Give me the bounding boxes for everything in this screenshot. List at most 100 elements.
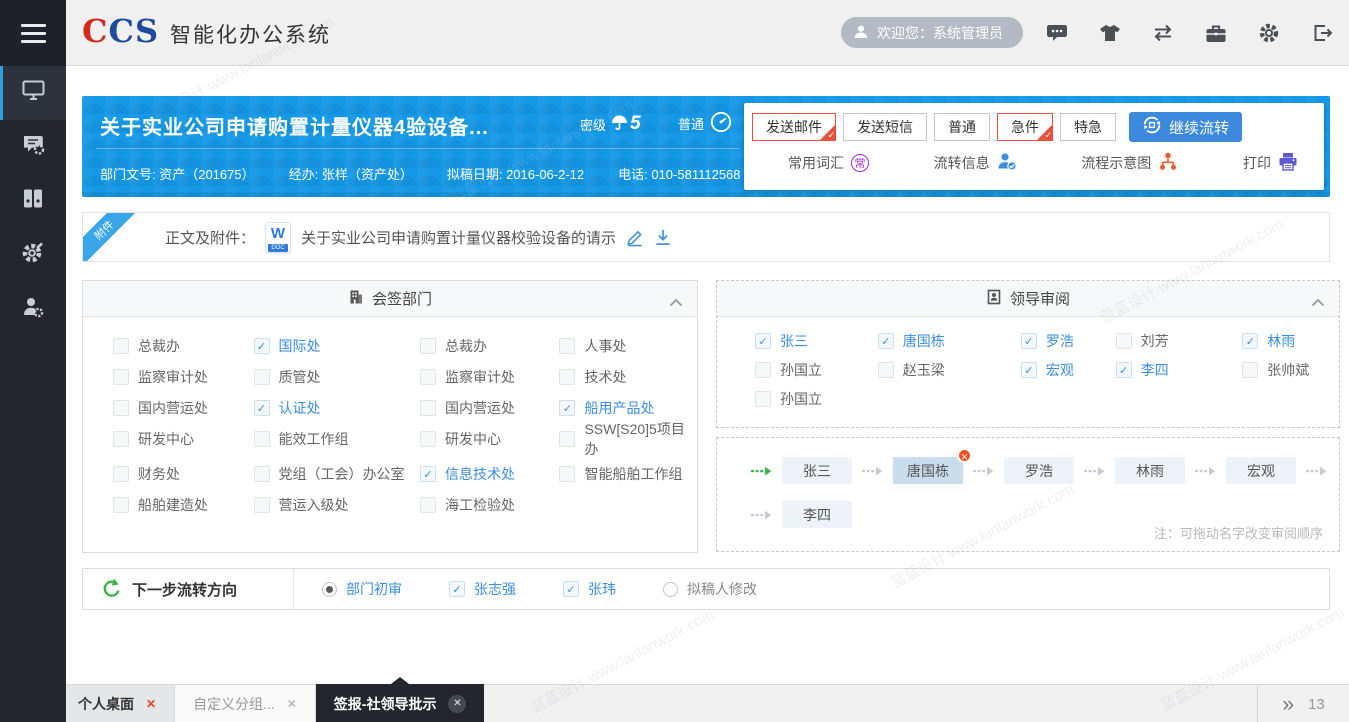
leader-checkbox[interactable]: ✓李四 xyxy=(1116,360,1243,380)
leader-checkbox[interactable]: ✓张帅斌 xyxy=(1242,360,1339,380)
checkbox-box: ✓ xyxy=(113,466,129,482)
continue-flow-button[interactable]: 继续流转 xyxy=(1129,112,1242,142)
dept-checkbox[interactable]: ✓海工检验处 xyxy=(420,491,560,519)
close-icon[interactable]: ✕ xyxy=(287,698,297,710)
dept-checkbox[interactable]: ✓能效工作组 xyxy=(254,425,420,453)
menu-icon[interactable] xyxy=(0,0,66,66)
priority-normal[interactable]: 普通 xyxy=(678,111,732,136)
close-icon[interactable]: ✕ xyxy=(146,698,156,710)
action-button[interactable]: 发送短信 xyxy=(843,113,927,141)
checkbox-box: ✓ xyxy=(1116,362,1132,378)
dept-checkbox[interactable]: ✓ 财务处 xyxy=(113,460,254,488)
theme-icon[interactable] xyxy=(1099,22,1121,44)
sidebar-item-desktop[interactable] xyxy=(0,66,66,120)
sidebar-item-settings-wrench[interactable] xyxy=(0,228,66,282)
sidebar-item-archive[interactable] xyxy=(0,174,66,228)
flow-arrow-icon xyxy=(862,466,883,476)
dept-checkbox[interactable]: ✓监察审计处 xyxy=(420,363,560,391)
checkbox-label: SSW[S20]5项目办 xyxy=(584,419,697,459)
briefcase-icon[interactable] xyxy=(1205,22,1227,44)
flow-arrow-icon xyxy=(1084,466,1105,476)
tab-签报-社领导批示[interactable]: 签报-社领导批示✕ xyxy=(316,684,485,722)
leader-checkbox[interactable]: ✓宏观 xyxy=(1021,360,1116,380)
dept-checkbox[interactable]: ✓总裁办 xyxy=(113,332,254,360)
download-icon[interactable] xyxy=(654,227,672,247)
sidebar-item-user-settings[interactable] xyxy=(0,282,66,336)
dept-checkbox[interactable]: ✓党组（工会）办公室 xyxy=(254,460,420,488)
logout-icon[interactable] xyxy=(1311,22,1333,44)
leader-checkbox[interactable]: ✓罗浩 xyxy=(1021,331,1116,351)
tab-个人桌面[interactable]: 个人桌面✕ xyxy=(60,685,175,722)
checkbox-label: 孙国立 xyxy=(780,389,822,409)
dept-checkbox[interactable]: ✓SSW[S20]5项目办 xyxy=(559,425,697,453)
remove-icon[interactable]: ✕ xyxy=(957,448,972,463)
flow-chip[interactable]: 林雨 xyxy=(1115,457,1185,484)
dept-checkbox[interactable]: ✓质管处 xyxy=(254,363,420,391)
flow-chip[interactable]: 唐国栋✕ xyxy=(893,457,963,484)
dept-checkbox[interactable]: ✓国内营运处 xyxy=(113,394,254,422)
message-icon[interactable] xyxy=(1046,22,1068,44)
attachment-file-name[interactable]: 关于实业公司申请购置计量仪器校验设备的请示 xyxy=(301,227,616,248)
checkbox-label: 孙国立 xyxy=(780,360,822,380)
dept-sign-title: 会签部门 xyxy=(372,288,432,309)
tool-print[interactable]: 打印 xyxy=(1243,152,1298,174)
tab-自定义分组-[interactable]: 自定义分组...✕ xyxy=(175,685,316,722)
action-button[interactable]: 发送邮件✓ xyxy=(752,113,836,141)
dept-checkbox[interactable]: ✓研发中心 xyxy=(113,425,254,453)
dept-checkbox[interactable]: ✓营运入级处 xyxy=(254,491,420,519)
leader-checkbox[interactable]: ✓张三 xyxy=(755,331,878,351)
tool-flow-info[interactable]: 流转信息 xyxy=(934,152,1017,174)
dept-checkbox[interactable]: ✓技术处 xyxy=(559,363,697,391)
action-button[interactable]: 特急 xyxy=(1060,113,1116,141)
flow-chip[interactable]: 宏观 xyxy=(1226,457,1296,484)
checkbox-box: ✓ xyxy=(1116,333,1132,349)
action-button[interactable]: 普通 xyxy=(934,113,990,141)
flow-info-icon xyxy=(997,152,1017,174)
chevron-right-icon[interactable]: » xyxy=(1282,694,1294,715)
word-doc-icon[interactable]: WDOC xyxy=(265,222,291,253)
flow-chip[interactable]: 张三 xyxy=(782,457,852,484)
checkbox-label: 财务处 xyxy=(138,464,180,484)
leader-checkbox[interactable]: ✓唐国栋 xyxy=(878,331,1021,351)
checkbox-box: ✓ xyxy=(113,400,129,416)
dept-checkbox[interactable]: ✓研发中心 xyxy=(420,425,560,453)
user-welcome-pill[interactable]: 欢迎您：系统管理员 xyxy=(841,17,1023,48)
edit-icon[interactable] xyxy=(626,227,644,247)
dept-checkbox[interactable]: ✓智能船舶工作组 xyxy=(559,460,697,488)
sidebar-item-message-settings[interactable] xyxy=(0,120,66,174)
collapse-icon[interactable] xyxy=(1311,294,1325,311)
security-value: 5 xyxy=(630,113,641,135)
dept-checkbox[interactable]: ✓国内营运处 xyxy=(420,394,560,422)
flow-chip-label: 唐国栋 xyxy=(907,461,949,481)
dept-checkbox[interactable]: ✓船用产品处 xyxy=(559,394,697,422)
switch-icon[interactable] xyxy=(1152,22,1174,44)
dept-checkbox[interactable]: ✓认证处 xyxy=(254,394,420,422)
dept-checkbox[interactable]: ✓信息技术处 xyxy=(420,460,560,488)
collapse-icon[interactable] xyxy=(669,294,683,311)
leader-checkbox[interactable]: ✓孙国立 xyxy=(755,360,878,380)
flow-chip[interactable]: 罗浩 xyxy=(1004,457,1074,484)
dept-checkbox[interactable]: ✓船舶建造处 xyxy=(113,491,254,519)
next-step-checkbox[interactable]: ✓张志强 xyxy=(449,579,516,599)
checkbox-label: 张三 xyxy=(780,331,808,351)
action-button[interactable]: 急件✓ xyxy=(997,113,1053,141)
settings-icon[interactable] xyxy=(1258,22,1280,44)
checkbox-box: ✓ xyxy=(113,338,129,354)
next-step-radio[interactable]: 部门初审 xyxy=(322,579,402,599)
checkbox-label: 监察审计处 xyxy=(445,367,515,387)
dept-checkbox[interactable]: ✓人事处 xyxy=(559,332,697,360)
flow-chip[interactable]: 李四 xyxy=(782,501,852,528)
next-step-radio[interactable]: 拟稿人修改 xyxy=(663,579,757,599)
leader-checkbox[interactable]: ✓孙国立 xyxy=(755,389,882,409)
leader-checkbox[interactable]: ✓刘芳 xyxy=(1116,331,1243,351)
checkbox-label: 罗浩 xyxy=(1046,331,1074,351)
tool-flow-chart[interactable]: 流程示意图 xyxy=(1081,152,1178,174)
leader-checkbox[interactable]: ✓赵玉梁 xyxy=(878,360,1021,380)
tool-common-words[interactable]: 常用词汇常 xyxy=(788,153,869,173)
dept-checkbox[interactable]: ✓总裁办 xyxy=(420,332,560,360)
next-step-checkbox[interactable]: ✓张玮 xyxy=(563,579,616,599)
dept-checkbox[interactable]: ✓国际处 xyxy=(254,332,420,360)
dept-checkbox[interactable]: ✓监察审计处 xyxy=(113,363,254,391)
close-icon[interactable]: ✕ xyxy=(448,695,466,713)
leader-checkbox[interactable]: ✓林雨 xyxy=(1242,331,1339,351)
